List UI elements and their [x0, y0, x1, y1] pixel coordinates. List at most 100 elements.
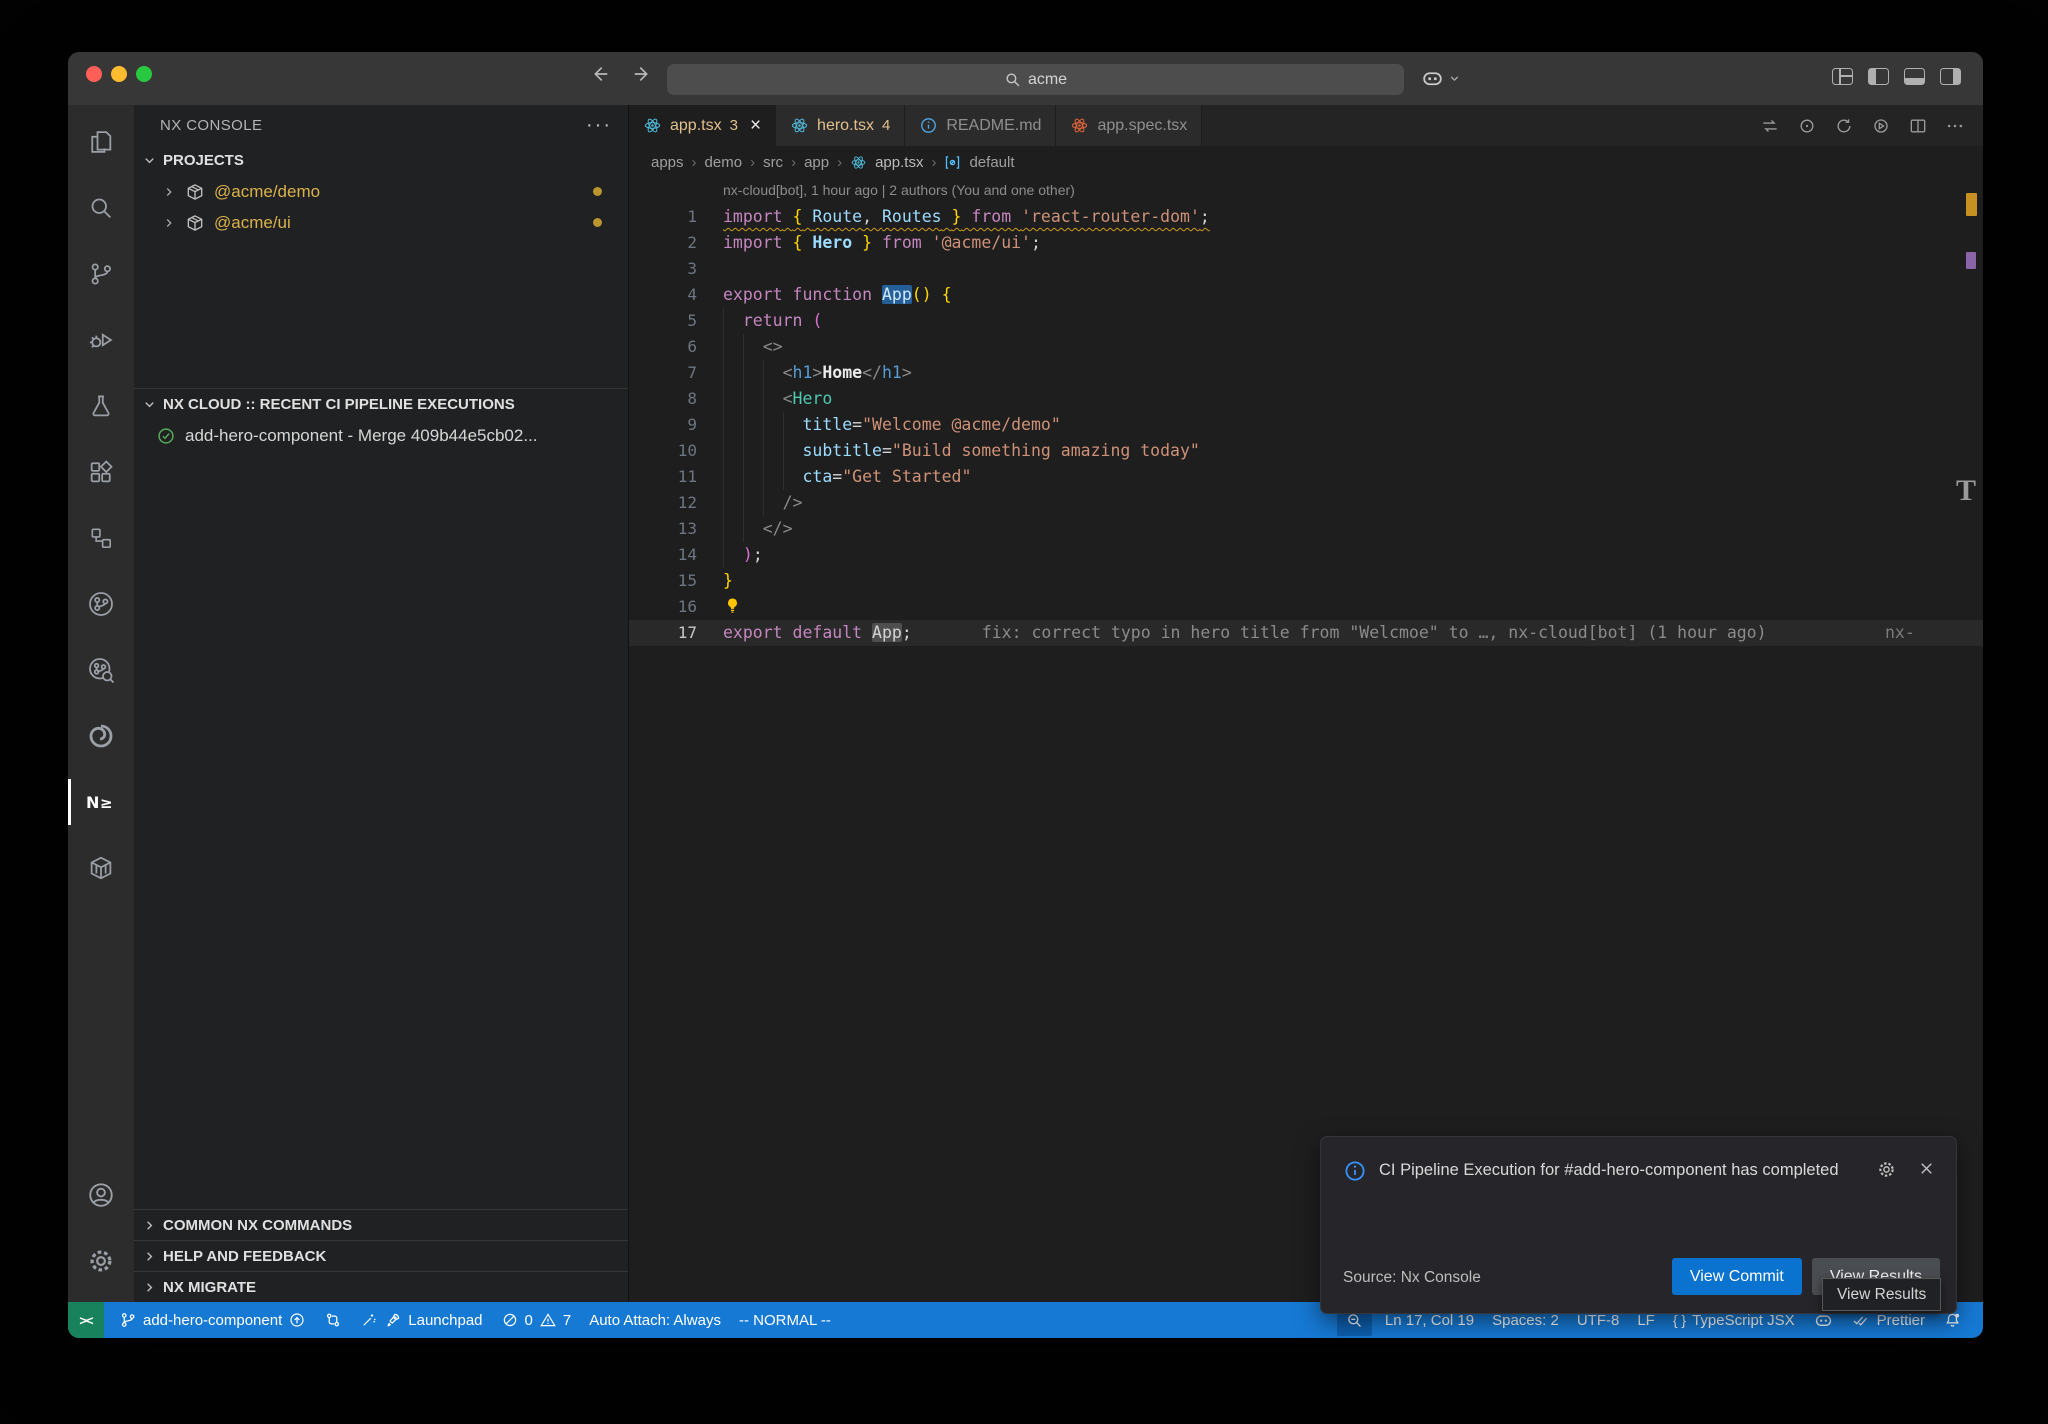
- command-center-search[interactable]: acme: [667, 64, 1404, 95]
- chevron-separator: ›: [750, 154, 755, 171]
- branch-indicator[interactable]: add-hero-component: [110, 1302, 315, 1338]
- split-editor-icon[interactable]: [1908, 116, 1928, 136]
- package-icon: [185, 182, 205, 202]
- inline-blame: fix: correct typo in hero title from "We…: [982, 623, 1767, 642]
- target-circle-icon[interactable]: [1797, 116, 1817, 136]
- code-line-15[interactable]: 15}: [629, 568, 1983, 594]
- code-line-9[interactable]: 9 title="Welcome @acme/demo": [629, 412, 1983, 438]
- code-line-7[interactable]: 7 <h1>Home</h1>: [629, 360, 1983, 386]
- run-play-icon[interactable]: [1871, 116, 1891, 136]
- section-nx-migrate[interactable]: NX MIGRATE: [134, 1271, 628, 1302]
- chevron-down-icon: [142, 397, 157, 412]
- run-debug-icon[interactable]: [68, 307, 134, 373]
- code-line-2[interactable]: 2import { Hero } from '@acme/ui';: [629, 230, 1983, 256]
- code-line-8[interactable]: 8 <Hero: [629, 386, 1983, 412]
- git-compare-icon: [324, 1311, 342, 1329]
- section-help-and-feedback[interactable]: HELP AND FEEDBACK: [134, 1240, 628, 1271]
- sync-circle-icon[interactable]: [1834, 116, 1854, 136]
- warning-icon: [539, 1311, 557, 1329]
- close-icon[interactable]: [1917, 1159, 1936, 1180]
- blame-right-truncated: nx-cloud[b: [1885, 620, 1983, 646]
- tab-app-spec-tsx[interactable]: app.spec.tsx: [1056, 105, 1202, 146]
- more-actions-icon[interactable]: ···: [586, 120, 612, 130]
- minimize-window-button[interactable]: [111, 66, 127, 82]
- breadcrumb-symbol[interactable]: default: [969, 154, 1014, 171]
- explorer-icon[interactable]: [68, 109, 134, 175]
- code-line-14[interactable]: 14 );: [629, 542, 1983, 568]
- code-line-6[interactable]: 6 <>: [629, 334, 1983, 360]
- forward-arrow-icon[interactable]: [632, 63, 654, 85]
- warning-count: 7: [563, 1312, 571, 1329]
- codelens-blame[interactable]: nx-cloud[bot], 1 hour ago | 2 authors (Y…: [629, 178, 1983, 204]
- container-icon[interactable]: [68, 835, 134, 901]
- overview-ruler-t-mark: T: [1955, 476, 1977, 506]
- history-nav: [588, 63, 654, 85]
- breadcrumb-item[interactable]: demo: [705, 154, 743, 171]
- project-item-acme-ui[interactable]: @acme/ui: [134, 207, 628, 238]
- code-editor[interactable]: apps› demo› src› app› app.tsx› default n…: [629, 146, 1983, 1302]
- ellipsis-icon[interactable]: [1945, 116, 1965, 136]
- project-item-acme-demo[interactable]: @acme/demo: [134, 176, 628, 207]
- gear-icon[interactable]: [1876, 1159, 1897, 1180]
- rocket-icon: [384, 1311, 402, 1329]
- extensions-icon[interactable]: [68, 439, 134, 505]
- tab-readme-md[interactable]: README.md: [905, 105, 1056, 146]
- maximize-window-button[interactable]: [136, 66, 152, 82]
- wand-icon: [360, 1311, 378, 1329]
- remote-indicator[interactable]: ><: [68, 1302, 104, 1338]
- project-details-icon[interactable]: [68, 505, 134, 571]
- publish-cloud-icon: [288, 1311, 306, 1329]
- code-line-17[interactable]: 17export default App;fix: correct typo i…: [629, 620, 1983, 646]
- source-control-icon[interactable]: [68, 241, 134, 307]
- section-common-nx-commands[interactable]: COMMON NX COMMANDS: [134, 1209, 628, 1240]
- git-compare-indicator[interactable]: [315, 1302, 351, 1338]
- code-line-11[interactable]: 11 cta="Get Started": [629, 464, 1983, 490]
- customize-layout-icon[interactable]: [1832, 68, 1853, 85]
- code-line-12[interactable]: 12 />: [629, 490, 1983, 516]
- modified-dot: [593, 218, 602, 227]
- back-arrow-icon[interactable]: [588, 63, 610, 85]
- nx-cloud-graph-icon[interactable]: [68, 637, 134, 703]
- close-window-button[interactable]: [86, 66, 102, 82]
- nx-graph-icon[interactable]: [68, 571, 134, 637]
- close-icon[interactable]: ×: [750, 115, 761, 137]
- auto-attach-indicator[interactable]: Auto Attach: Always: [580, 1302, 730, 1338]
- chevron-separator: ›: [931, 154, 936, 171]
- projects-section-header[interactable]: PROJECTS: [134, 145, 628, 176]
- code-line-1[interactable]: 1import { Route, Routes } from 'react-ro…: [629, 204, 1983, 230]
- toggle-sidebar-right-icon[interactable]: [1940, 68, 1961, 85]
- toggle-panel-icon[interactable]: [1904, 68, 1925, 85]
- account-icon[interactable]: [68, 1162, 134, 1228]
- nx-console-icon[interactable]: N≥: [68, 769, 134, 835]
- editor-column: app.tsx 3 × hero.tsx 4 README.md app.spe…: [629, 105, 1983, 1302]
- problems-indicator[interactable]: 0 7: [492, 1302, 581, 1338]
- toggle-sidebar-left-icon[interactable]: [1868, 68, 1889, 85]
- breadcrumb-item[interactable]: src: [763, 154, 783, 171]
- vim-mode-indicator[interactable]: -- NORMAL --: [730, 1302, 840, 1338]
- tab-app-tsx[interactable]: app.tsx 3 ×: [629, 105, 776, 146]
- overview-ruler-modified-mark: [1966, 252, 1976, 269]
- code-line-4[interactable]: 4export function App() {: [629, 282, 1983, 308]
- code-line-5[interactable]: 5 return (: [629, 308, 1983, 334]
- tab-hero-tsx[interactable]: hero.tsx 4: [776, 105, 905, 146]
- copilot-menu[interactable]: [1420, 66, 1461, 91]
- code-line-10[interactable]: 10 subtitle="Build something amazing tod…: [629, 438, 1983, 464]
- code-line-16[interactable]: 16: [629, 594, 1983, 620]
- code-line-3[interactable]: 3: [629, 256, 1983, 282]
- breadcrumb-file[interactable]: app.tsx: [875, 154, 923, 171]
- breadcrumb-item[interactable]: app: [804, 154, 829, 171]
- view-commit-button[interactable]: View Commit: [1672, 1258, 1802, 1295]
- pipeline-execution-item[interactable]: add-hero-component - Merge 409b44e5cb02.…: [134, 420, 628, 452]
- settings-gear-icon[interactable]: [68, 1228, 134, 1294]
- search-value: acme: [1028, 71, 1067, 89]
- nx-swirl-icon[interactable]: [68, 703, 134, 769]
- nx-cloud-section-header[interactable]: NX CLOUD :: RECENT CI PIPELINE EXECUTION…: [134, 389, 628, 420]
- lightbulb-icon[interactable]: [723, 597, 742, 616]
- launchpad-indicator[interactable]: Launchpad: [351, 1302, 491, 1338]
- code-line-13[interactable]: 13 </>: [629, 516, 1983, 542]
- search-icon[interactable]: [68, 175, 134, 241]
- arrow-swap-icon[interactable]: [1760, 116, 1780, 136]
- breadcrumb-item[interactable]: apps: [651, 154, 684, 171]
- testing-icon[interactable]: [68, 373, 134, 439]
- pipeline-label: add-hero-component - Merge 409b44e5cb02.…: [185, 426, 538, 446]
